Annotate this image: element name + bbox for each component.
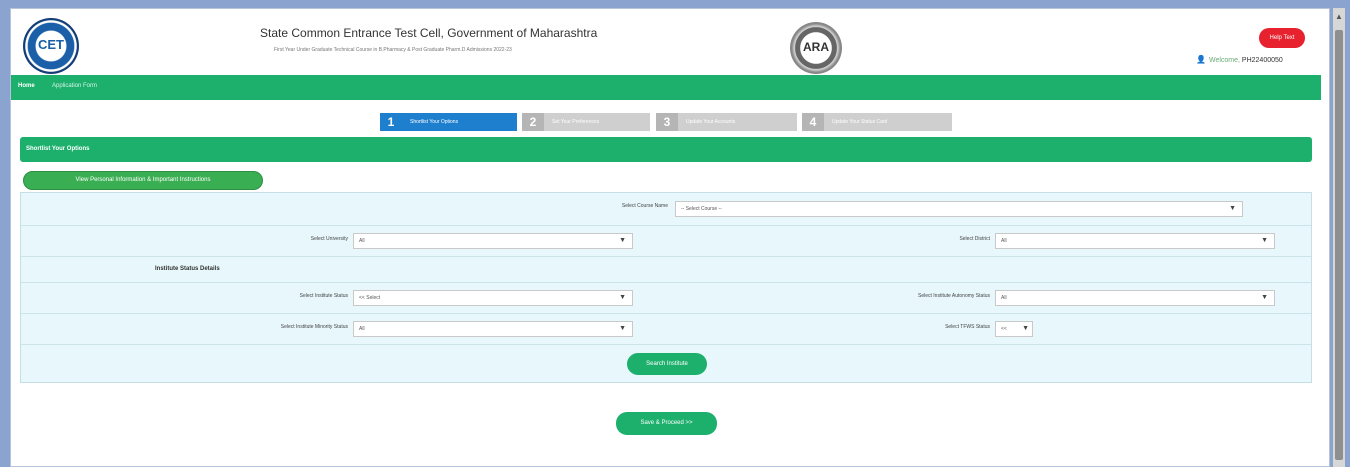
tfws-status-select[interactable]: << ▼ (995, 321, 1033, 337)
district-selected-value: All (1001, 238, 1007, 244)
university-selected-value: All (359, 238, 365, 244)
minority-selected-value: All (359, 326, 365, 332)
nav-application-form-link[interactable]: Application Form (52, 83, 97, 89)
step-label: Shortlist Your Options (410, 119, 459, 125)
ara-logo: ARA (790, 22, 842, 74)
cet-logo: CET (23, 18, 79, 74)
institute-status-label: Select Institute Status (299, 293, 348, 299)
section-title: Shortlist Your Options (26, 146, 90, 152)
chevron-down-icon: ▼ (619, 325, 626, 332)
help-button[interactable]: Help Text (1259, 28, 1305, 48)
user-icon: 👤 (1196, 55, 1206, 64)
district-select[interactable]: All ▼ (995, 233, 1275, 249)
step-number: 1 (387, 115, 395, 129)
row-divider (21, 313, 1311, 314)
minority-status-label: Select Institute Minority Status (280, 324, 348, 330)
course-name-select[interactable]: -- Select Course -- ▼ (675, 201, 1243, 217)
step-label: Set Your Preferences (552, 119, 600, 125)
ara-logo-text: ARA (803, 40, 829, 54)
chevron-down-icon: ▼ (619, 294, 626, 301)
step-4-status-card[interactable]: 4 Update Your Status Card (802, 113, 952, 131)
step-label: Update Your Status Card (832, 119, 888, 125)
row-divider (21, 282, 1311, 283)
chevron-down-icon: ▼ (1022, 325, 1029, 332)
chevron-down-icon: ▼ (619, 237, 626, 244)
step-label: Update Your Accounts (686, 119, 736, 125)
step-number: 4 (802, 113, 824, 131)
row-divider (21, 344, 1311, 345)
scroll-up-icon[interactable]: ▲ (1335, 12, 1343, 22)
university-select[interactable]: All ▼ (353, 233, 633, 249)
view-instructions-button[interactable]: View Personal Information & Important In… (23, 171, 263, 190)
district-label: Select District (959, 236, 990, 242)
chevron-down-icon: ▼ (1261, 237, 1268, 244)
institute-status-selected-value: << Select (359, 295, 381, 301)
search-institute-button[interactable]: Search Institute (627, 353, 707, 375)
step-2-preferences[interactable]: 2 Set Your Preferences (522, 113, 650, 131)
institute-status-select[interactable]: << Select ▼ (353, 290, 633, 306)
save-proceed-button[interactable]: Save & Proceed >> (616, 412, 717, 435)
tfws-status-label: Select TFWS Status (945, 324, 990, 330)
site-title: State Common Entrance Test Cell, Governm… (260, 26, 598, 40)
site-subtitle: First Year Under Graduate Technical Cour… (274, 47, 512, 53)
welcome-label: Welcome, (1208, 57, 1240, 64)
autonomy-status-label: Select Institute Autonomy Status (918, 293, 990, 299)
institute-status-heading: Institute Status Details (155, 266, 220, 272)
nav-home-link[interactable]: Home (18, 83, 35, 89)
cet-logo-text: CET (38, 37, 64, 52)
step-number: 2 (522, 113, 544, 131)
row-divider (21, 225, 1311, 226)
top-navbar: Home Application Form (11, 75, 1321, 100)
tfws-selected-value: << (1001, 326, 1007, 332)
scrollbar-thumb[interactable] (1335, 30, 1343, 460)
section-header: Shortlist Your Options (20, 137, 1312, 162)
step-1-shortlist[interactable]: 1 Shortlist Your Options (380, 113, 517, 131)
autonomy-status-select[interactable]: All ▼ (995, 290, 1275, 306)
row-divider (21, 256, 1311, 257)
chevron-down-icon: ▼ (1229, 205, 1236, 212)
user-id: PH22400050 (1241, 57, 1283, 64)
chevron-down-icon: ▼ (1261, 294, 1268, 301)
welcome-user: 👤 Welcome, PH22400050 (1196, 55, 1283, 64)
step-number: 3 (656, 113, 678, 131)
course-selected-value: -- Select Course -- (681, 206, 722, 212)
course-name-label: Select Course Name (621, 203, 668, 209)
autonomy-selected-value: All (1001, 295, 1007, 301)
university-label: Select University (310, 236, 348, 242)
step-3-accounts[interactable]: 3 Update Your Accounts (656, 113, 797, 131)
minority-status-select[interactable]: All ▼ (353, 321, 633, 337)
